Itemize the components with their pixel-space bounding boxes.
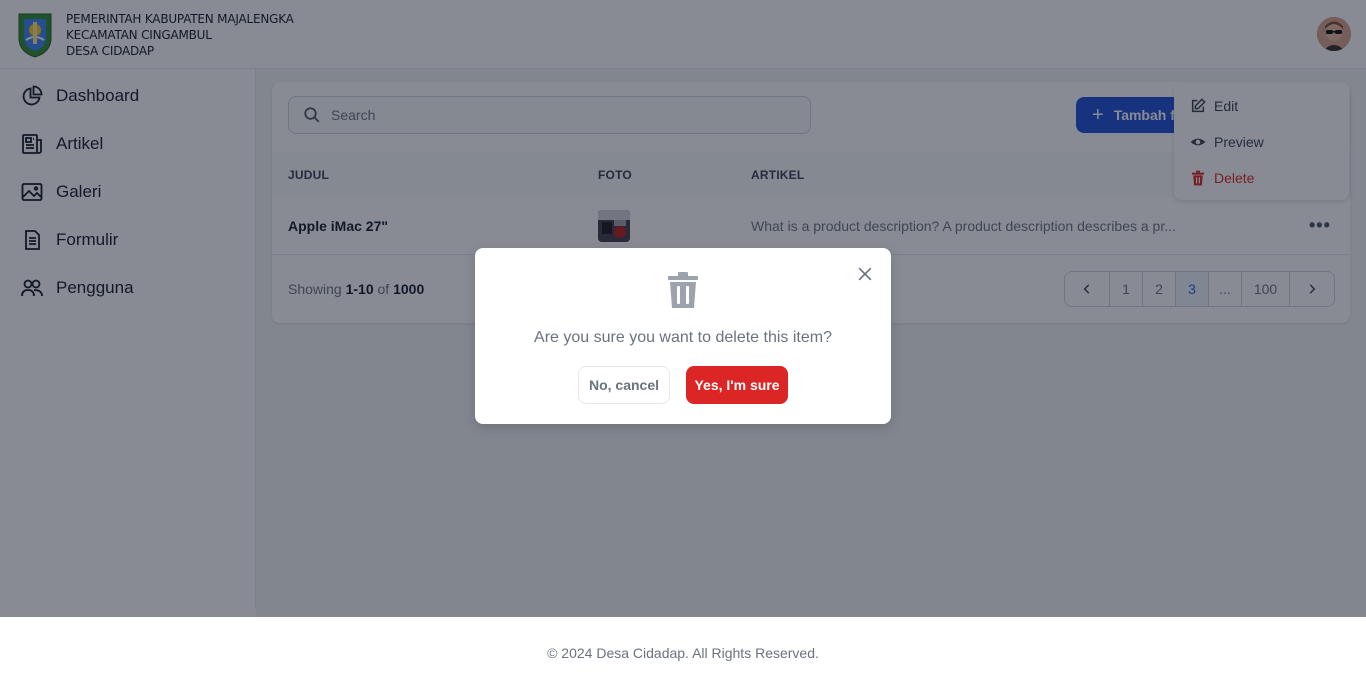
- modal-message: Are you sure you want to delete this ite…: [534, 329, 832, 346]
- trash-icon: [666, 272, 700, 313]
- delete-confirm-modal: Are you sure you want to delete this ite…: [475, 248, 891, 424]
- cancel-button[interactable]: No, cancel: [578, 366, 670, 404]
- footer: © 2024 Desa Cidadap. All Rights Reserved…: [0, 617, 1366, 687]
- confirm-delete-button[interactable]: Yes, I'm sure: [686, 366, 788, 404]
- close-icon[interactable]: [855, 264, 875, 284]
- footer-copyright: © 2024 Desa Cidadap. All Rights Reserved…: [547, 645, 819, 661]
